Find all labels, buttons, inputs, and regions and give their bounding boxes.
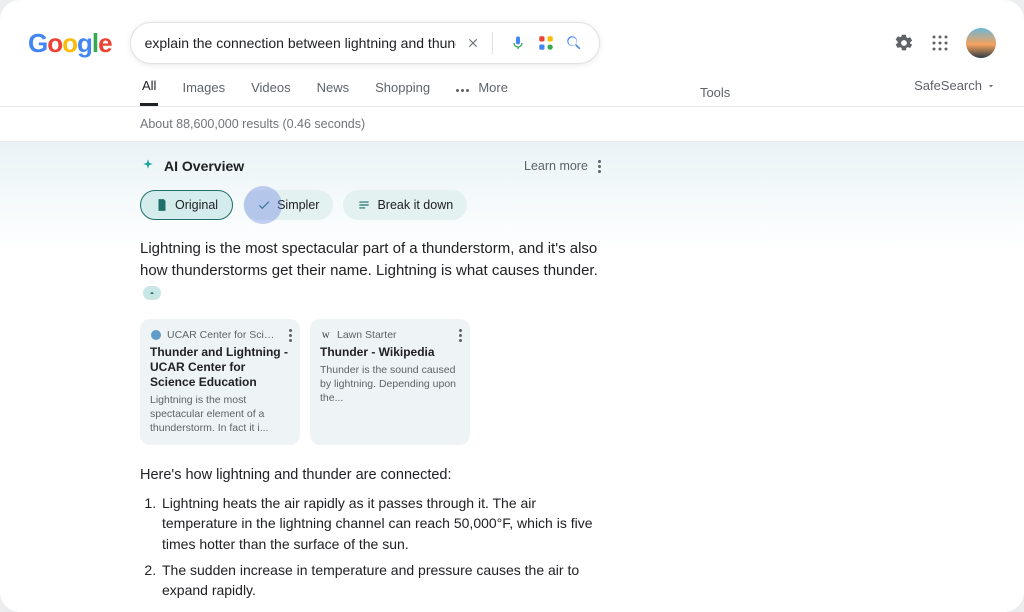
result-stats: About 88,600,000 results (0.46 seconds) (0, 107, 1024, 141)
source-favicon-icon: W (320, 329, 332, 341)
tab-videos[interactable]: Videos (249, 80, 293, 105)
chevron-down-icon (986, 81, 996, 91)
expand-pill-icon[interactable] (143, 286, 161, 300)
lens-icon[interactable] (535, 34, 557, 52)
tab-shopping[interactable]: Shopping (373, 80, 432, 105)
source-name: Lawn Starter (337, 329, 397, 341)
list-item: Lightning heats the air rapidly as it pa… (160, 493, 610, 554)
safesearch-dropdown[interactable]: SafeSearch (914, 78, 996, 93)
card-desc: Thunder is the sound caused by lightning… (320, 364, 460, 405)
search-bar[interactable] (130, 22, 600, 64)
list-icon (357, 198, 371, 212)
google-logo[interactable]: Google (28, 27, 112, 59)
check-icon (257, 198, 271, 212)
tab-images[interactable]: Images (180, 80, 227, 105)
tab-news[interactable]: News (315, 80, 352, 105)
learn-more-link[interactable]: Learn more (524, 159, 588, 173)
tools-button[interactable]: Tools (700, 85, 730, 100)
chip-simpler[interactable]: Simpler (243, 190, 333, 220)
source-card[interactable]: W Lawn Starter Thunder - Wikipedia Thund… (310, 319, 470, 445)
card-desc: Lightning is the most spectacular elemen… (150, 394, 290, 435)
gear-icon[interactable] (894, 33, 914, 53)
sparkle-icon (140, 158, 156, 174)
ai-overview-title: AI Overview (164, 158, 244, 174)
tab-more[interactable]: More (454, 80, 510, 105)
search-input[interactable] (145, 35, 456, 51)
document-icon (155, 198, 169, 212)
search-icon[interactable] (563, 34, 585, 52)
mic-icon[interactable] (507, 33, 529, 53)
source-favicon-icon (150, 329, 162, 341)
svg-text:W: W (322, 331, 330, 340)
ai-intro-text: Lightning is the most spectacular part o… (140, 238, 600, 303)
clear-icon[interactable] (462, 36, 484, 50)
apps-icon[interactable] (930, 33, 950, 53)
avatar[interactable] (966, 28, 996, 58)
tab-all[interactable]: All (140, 78, 158, 106)
ai-overview-menu[interactable] (596, 158, 603, 175)
chip-original[interactable]: Original (140, 190, 233, 220)
card-title: Thunder - Wikipedia (320, 345, 460, 360)
chip-break-it-down[interactable]: Break it down (343, 190, 467, 220)
list-item: The expansion of air creates a sonic sho… (160, 607, 610, 612)
list-item: The sudden increase in temperature and p… (160, 560, 610, 601)
card-title: Thunder and Lightning - UCAR Center for … (150, 345, 290, 390)
source-name: UCAR Center for Science Edu... (167, 329, 277, 341)
safesearch-label: SafeSearch (914, 78, 982, 93)
card-menu[interactable] (287, 327, 294, 344)
ai-subheading: Here's how lightning and thunder are con… (140, 467, 996, 483)
card-menu[interactable] (457, 327, 464, 344)
source-card[interactable]: UCAR Center for Science Edu... Thunder a… (140, 319, 300, 445)
